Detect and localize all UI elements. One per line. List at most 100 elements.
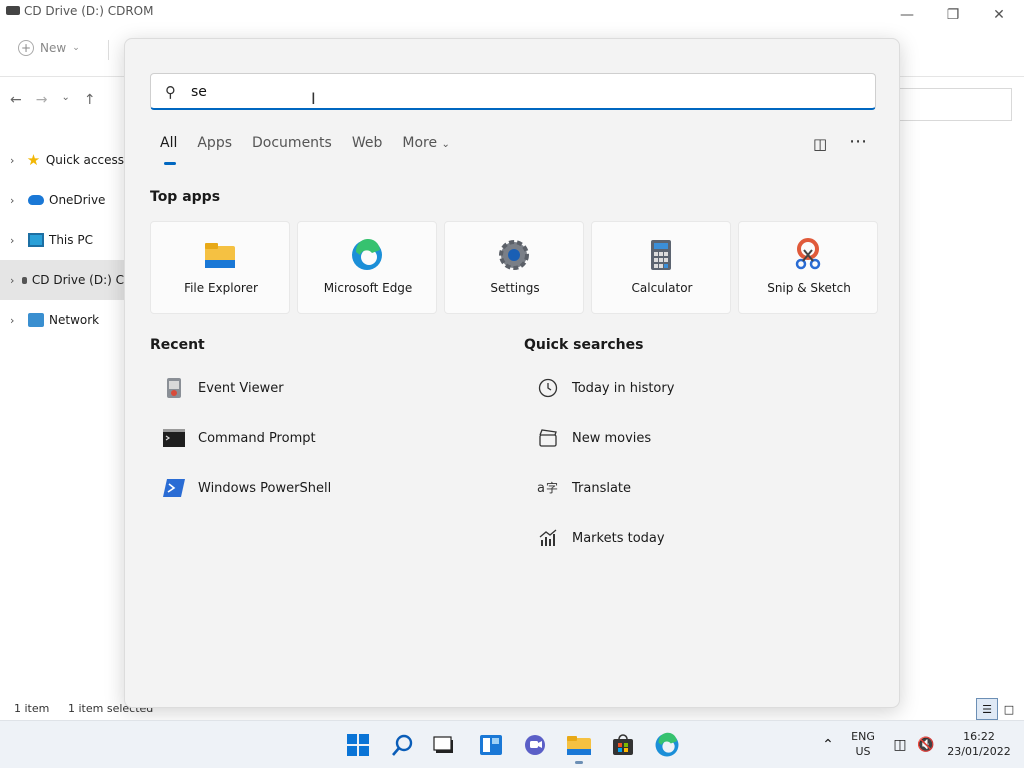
search-input[interactable] — [191, 80, 851, 104]
tree-item-label: This PC — [49, 233, 93, 247]
tab-documents[interactable]: Documents — [252, 135, 332, 165]
new-label: New — [40, 41, 67, 55]
powershell-icon — [162, 477, 186, 499]
widgets-icon[interactable] — [477, 731, 505, 759]
recent-item-command-prompt[interactable]: Command Prompt — [150, 413, 490, 463]
tab-web[interactable]: Web — [352, 135, 383, 165]
restore-button[interactable]: ❐ — [930, 0, 976, 30]
title-bar: CD Drive (D:) CDROM — ❐ ✕ — [0, 0, 1024, 30]
edge-icon — [352, 238, 382, 270]
app-name: File Explorer — [184, 281, 258, 295]
app-name: Snip & Sketch — [767, 281, 851, 295]
quick-item-new-movies[interactable]: New movies — [524, 413, 864, 463]
forward-arrow-icon[interactable]: → — [36, 92, 48, 108]
file-explorer-taskbar-icon[interactable] — [565, 731, 593, 759]
recent-locations-icon[interactable]: ⌄ — [61, 92, 69, 108]
tree-item-quick-access[interactable]: › ★ Quick access — [0, 140, 124, 180]
tab-label: Documents — [252, 135, 332, 151]
calculator-icon — [651, 240, 671, 270]
new-button[interactable]: + New ⌄ — [18, 40, 80, 56]
clock[interactable]: 16:22 23/01/2022 — [944, 730, 1014, 758]
tree-item-cd-drive[interactable]: › CD Drive (D:) C — [0, 260, 124, 300]
minimize-button[interactable]: — — [884, 0, 930, 30]
app-card-microsoft-edge[interactable]: Microsoft Edge — [297, 221, 437, 314]
details-view-button[interactable]: ☰ — [976, 698, 998, 720]
tiles-view-button[interactable]: □ — [998, 698, 1020, 720]
top-apps-title: Top apps — [150, 189, 221, 205]
store-icon[interactable] — [609, 731, 637, 759]
more-options-icon[interactable]: ⋯ — [849, 131, 867, 152]
tab-apps[interactable]: Apps — [197, 135, 232, 165]
search-explorer-box[interactable] — [898, 88, 1012, 121]
tree-item-onedrive[interactable]: › OneDrive — [0, 180, 124, 220]
close-button[interactable]: ✕ — [976, 0, 1022, 30]
plus-icon: + — [18, 40, 34, 56]
active-indicator — [575, 761, 583, 764]
edge-taskbar-icon[interactable] — [653, 731, 681, 759]
tab-more[interactable]: More ⌄ — [402, 135, 450, 165]
list-item-label: New movies — [572, 430, 652, 446]
quick-item-translate[interactable]: a字 Translate — [524, 463, 864, 513]
svg-text:字: 字 — [546, 480, 558, 495]
search-icon: ⚲ — [165, 83, 176, 101]
app-card-file-explorer[interactable]: File Explorer — [150, 221, 290, 314]
window-title: CD Drive (D:) CDROM — [24, 4, 154, 18]
chevron-up-icon[interactable]: ⌃ — [814, 731, 842, 759]
tab-label: Web — [351, 135, 383, 151]
start-windows-icon[interactable] — [344, 731, 372, 759]
quick-searches-title: Quick searches — [524, 337, 644, 353]
chevron-right-icon: › — [10, 233, 15, 247]
tab-label: All — [160, 135, 178, 151]
drive-icon — [6, 6, 20, 15]
volume-muted-icon[interactable]: 🔇 — [912, 731, 940, 759]
drive-icon — [22, 276, 27, 284]
list-item-label: Today in history — [572, 380, 675, 396]
chat-icon[interactable] — [521, 731, 549, 759]
app-card-settings[interactable]: Settings — [444, 221, 584, 314]
clock-date: 23/01/2022 — [947, 745, 1011, 758]
translate-icon: a字 — [536, 477, 560, 499]
search-box[interactable]: ⚲ — [150, 73, 876, 110]
task-view-icon[interactable] — [430, 731, 458, 759]
svg-text:a: a — [537, 481, 545, 496]
search-tabs: All Apps Documents Web More ⌄ — [150, 135, 470, 165]
tree-item-network[interactable]: › Network — [0, 300, 124, 340]
status-count: 1 item — [14, 702, 50, 715]
search-flyout: ⚲ I All Apps Documents Web More ⌄ ◫ ⋯ To… — [124, 38, 900, 708]
quick-item-today-in-history[interactable]: Today in history — [524, 363, 864, 413]
list-item-label: Command Prompt — [198, 430, 316, 446]
list-item-label: Windows PowerShell — [198, 480, 332, 496]
command-prompt-icon — [162, 427, 186, 449]
app-card-snip-sketch[interactable]: Snip & Sketch — [738, 221, 878, 314]
app-name: Settings — [490, 281, 540, 295]
app-card-calculator[interactable]: Calculator — [591, 221, 731, 314]
event-viewer-icon — [162, 377, 186, 399]
recent-list: Event Viewer Command Prompt Windows Powe… — [150, 363, 490, 513]
tree-item-label: OneDrive — [49, 193, 106, 207]
chevron-down-icon: ⌄ — [441, 139, 450, 150]
list-item-label: Event Viewer — [198, 380, 284, 396]
taskbar-search-icon[interactable] — [389, 731, 417, 759]
account-switch-icon[interactable]: ◫ — [813, 135, 827, 153]
tree-item-label: Network — [49, 313, 100, 327]
navigation-tree: › ★ Quick access › OneDrive › This PC › … — [0, 140, 124, 340]
up-arrow-icon[interactable]: ↑ — [84, 92, 96, 108]
language-code: ENG — [851, 730, 875, 743]
tab-all[interactable]: All — [160, 135, 177, 165]
text-cursor-icon: I — [311, 89, 316, 108]
clock-time: 16:22 — [963, 730, 995, 743]
recent-item-event-viewer[interactable]: Event Viewer — [150, 363, 490, 413]
quick-item-markets-today[interactable]: Markets today — [524, 513, 864, 563]
clapperboard-icon — [536, 427, 560, 449]
back-arrow-icon[interactable]: ← — [10, 92, 22, 108]
pc-icon — [28, 233, 44, 247]
recent-item-windows-powershell[interactable]: Windows PowerShell — [150, 463, 490, 513]
clock-icon — [536, 377, 560, 399]
tab-label: More — [402, 135, 438, 151]
language-indicator[interactable]: ENG US — [846, 730, 880, 758]
chevron-down-icon: ⌄ — [72, 43, 80, 53]
app-name: Microsoft Edge — [323, 281, 413, 295]
quick-searches-list: Today in history New movies a字 Translate… — [524, 363, 864, 563]
tree-item-this-pc[interactable]: › This PC — [0, 220, 124, 260]
network-status-icon[interactable]: ◫ — [886, 731, 914, 759]
